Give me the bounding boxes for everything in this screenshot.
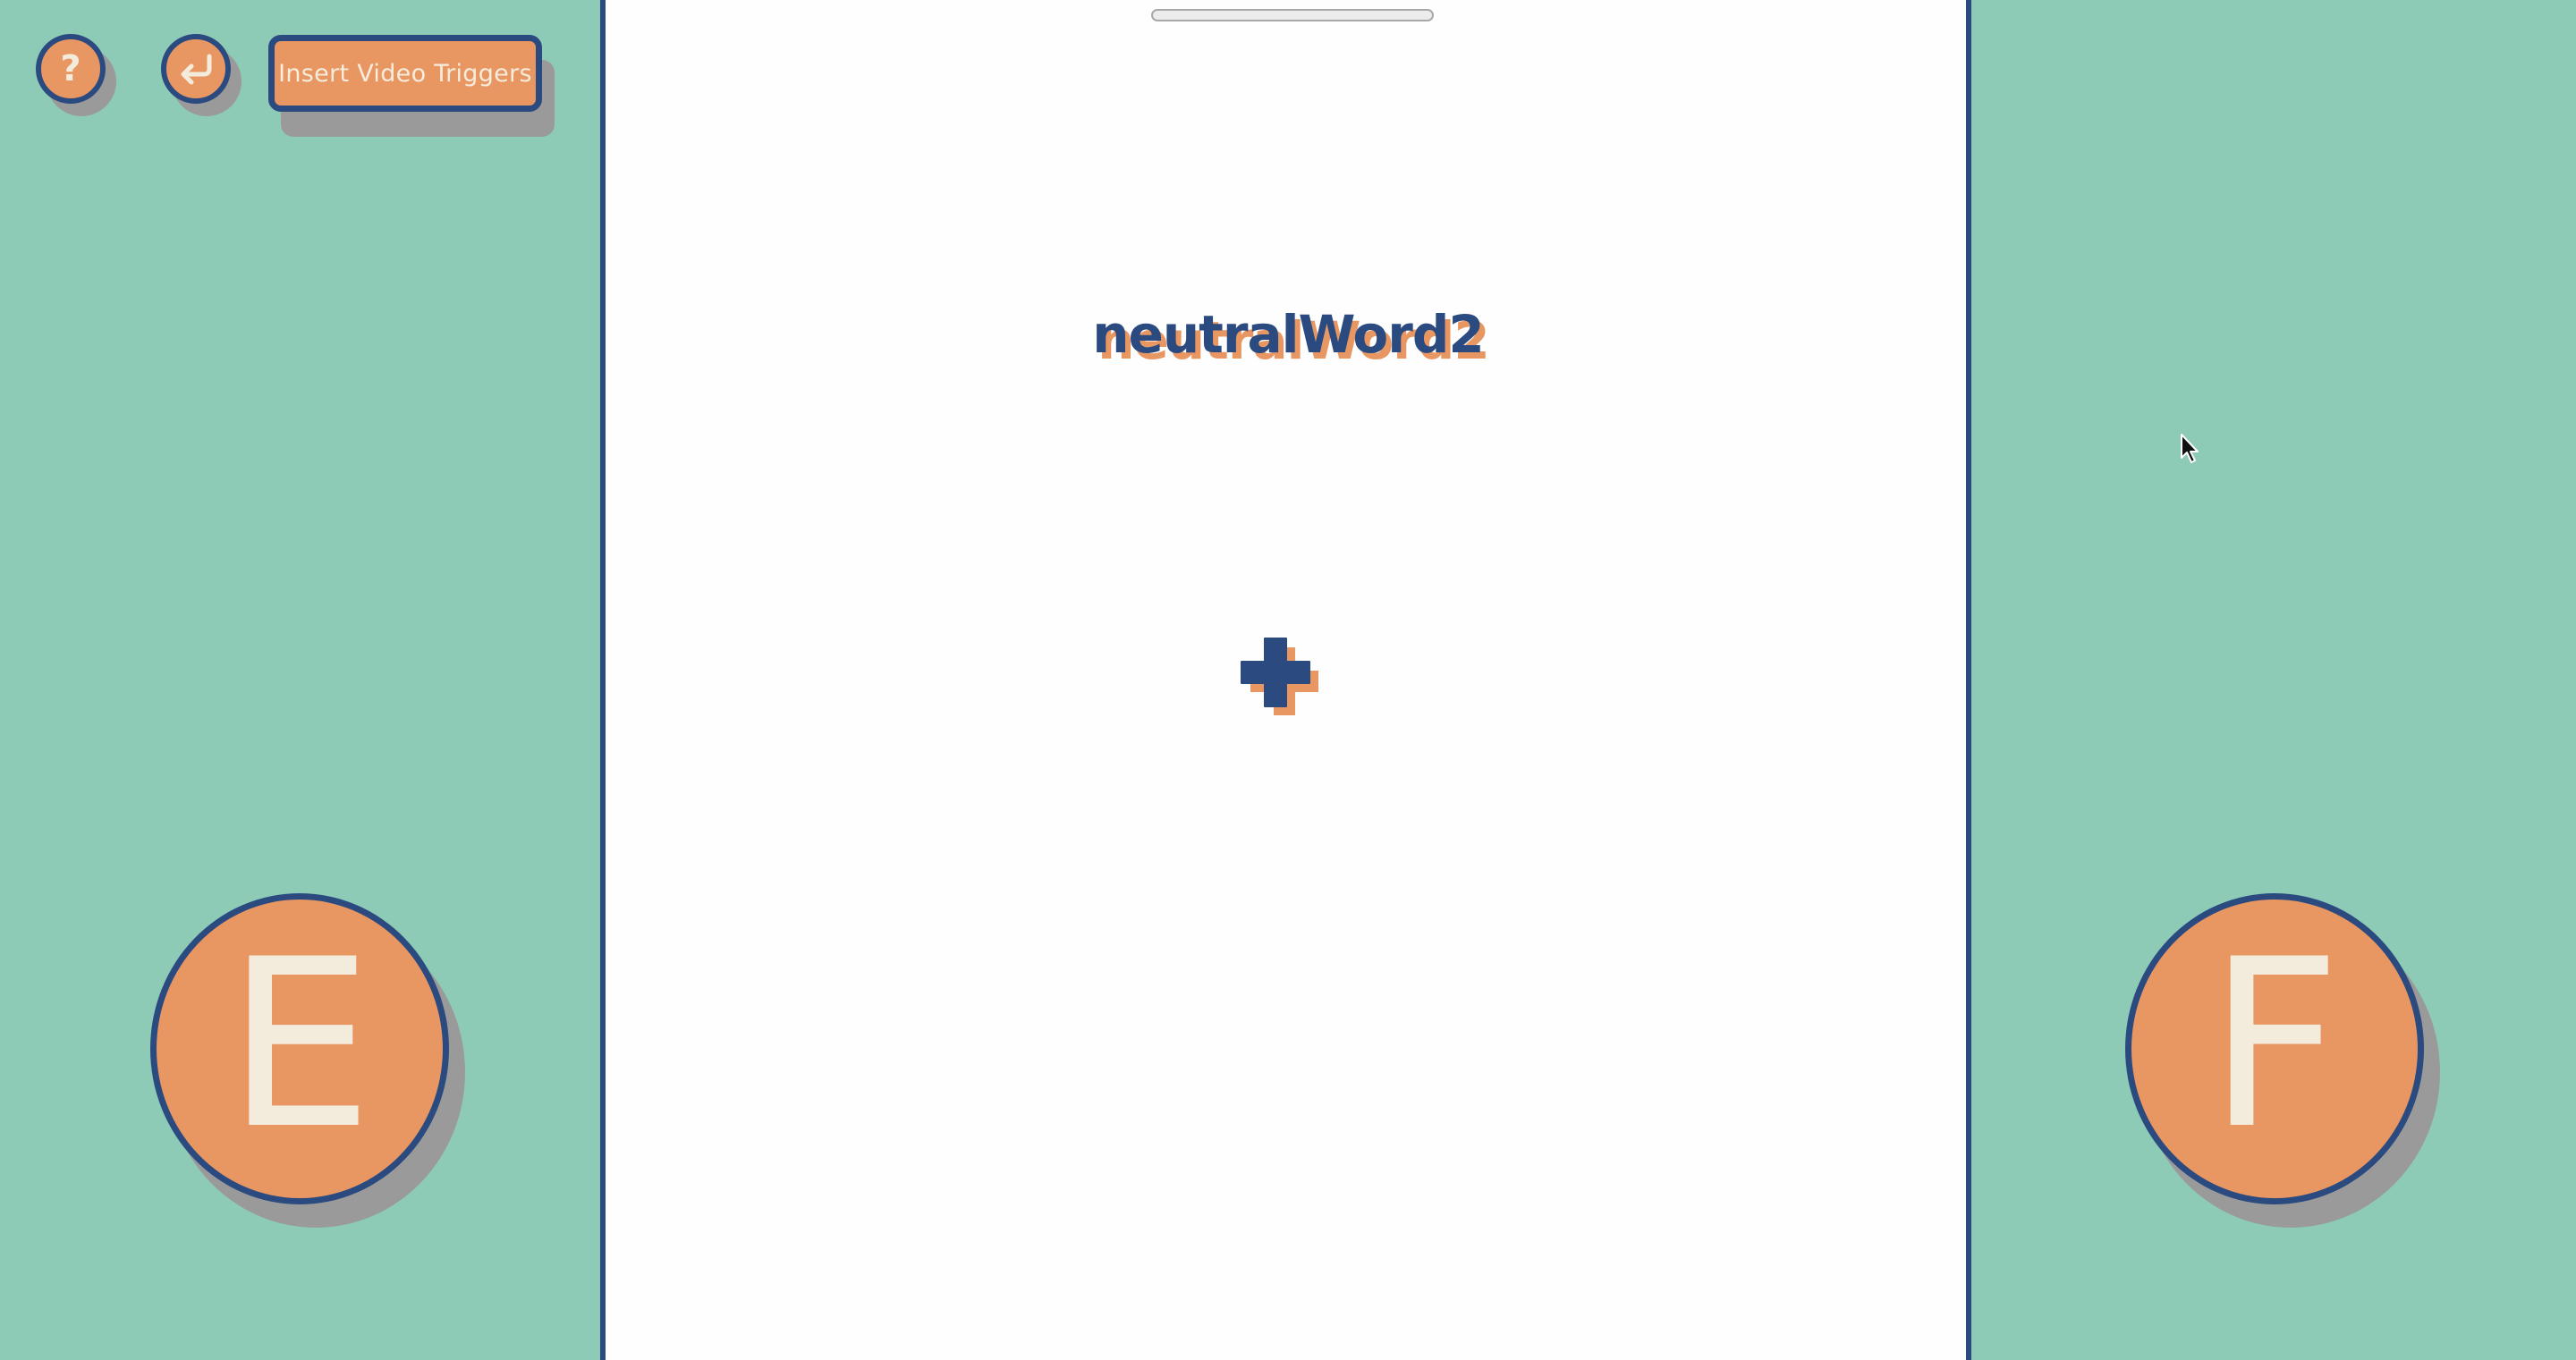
stimulus-word: neutralWord2 [1092,304,1485,365]
insert-video-triggers-button[interactable]: Insert Video Triggers [268,35,542,112]
experiment-app: ? Insert Video Triggers neutralWord2 E F [0,0,2576,1360]
left-key-letter: E [225,910,374,1180]
question-mark-icon: ? [60,48,81,89]
right-key-letter: F [2207,910,2342,1180]
help-button[interactable]: ? [36,34,106,104]
return-arrow-icon [181,54,212,85]
back-button[interactable] [161,34,231,104]
right-response-key[interactable]: F [2125,893,2424,1204]
plus-cross-icon [1241,638,1318,715]
insert-video-triggers-label: Insert Video Triggers [278,59,532,88]
drag-handle[interactable] [1151,9,1434,21]
left-response-key[interactable]: E [150,893,449,1204]
mouse-cursor-icon [2181,434,2199,463]
